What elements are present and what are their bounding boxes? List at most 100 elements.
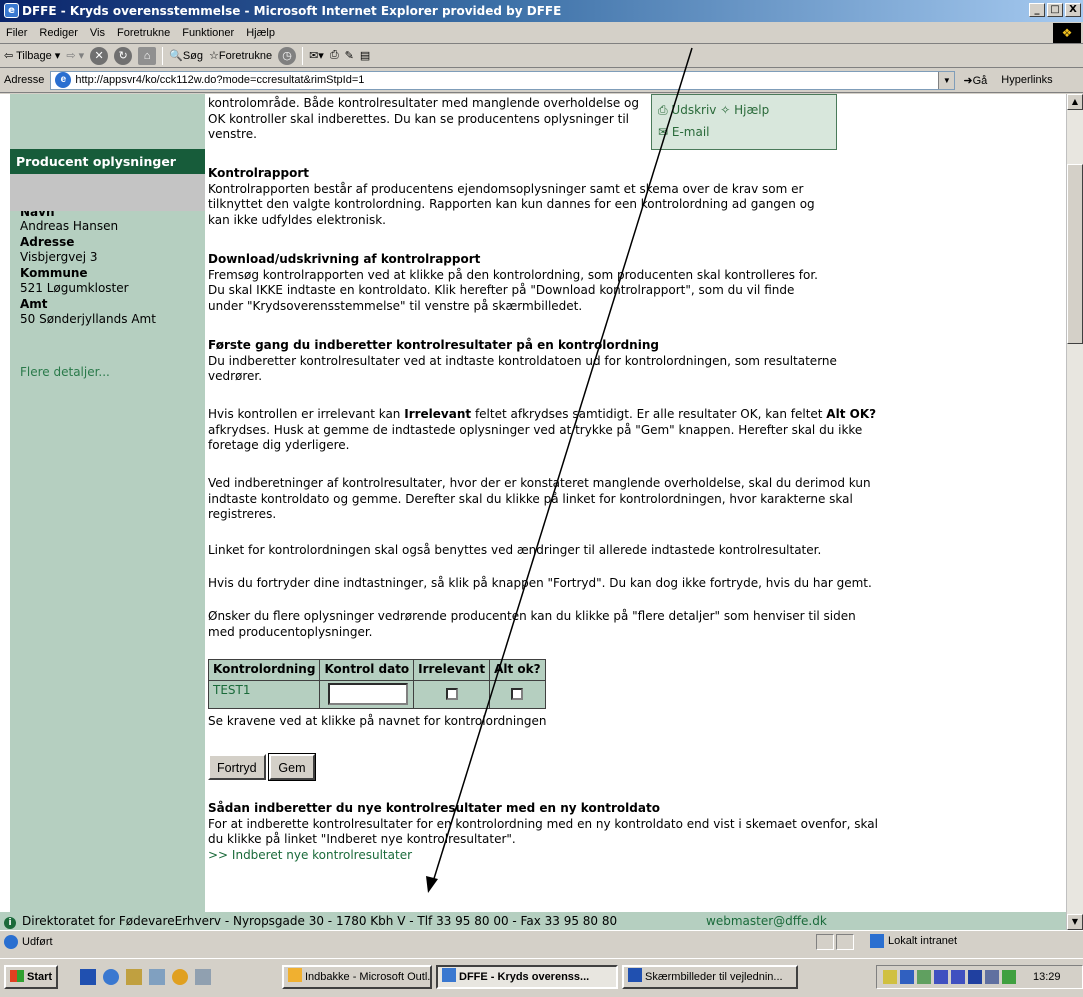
- mangel-paragraph: Ved indberetninger af kontrolresultater,…: [208, 476, 908, 523]
- email-link[interactable]: E-mail: [672, 125, 710, 139]
- word-task-icon: [628, 968, 642, 982]
- text-bold: Irrelevant: [404, 407, 472, 421]
- status-pane: [816, 934, 834, 950]
- irrelevant-cell: [413, 679, 491, 709]
- task-word[interactable]: Skærmbilleder til vejlednin...: [622, 965, 798, 989]
- address-label: Adresse: [4, 74, 45, 86]
- back-button[interactable]: ⇦ Tilbage ▾: [4, 49, 60, 62]
- task-ie-dffe[interactable]: DFFE - Kryds overenss...: [436, 965, 618, 989]
- notes-icon[interactable]: [126, 969, 142, 985]
- ie-icon[interactable]: [103, 969, 119, 985]
- scroll-up-icon[interactable]: ▲: [1067, 94, 1083, 110]
- print-link[interactable]: Udskriv: [671, 103, 716, 117]
- quick-launch: [80, 969, 211, 985]
- menu-rediger[interactable]: Rediger: [33, 27, 84, 39]
- linket-paragraph: Linket for kontrolordningen skal også be…: [208, 543, 822, 557]
- col-irrelevant: Irrelevant: [413, 659, 491, 681]
- ie-app-icon: e: [4, 3, 19, 18]
- network-icon[interactable]: [900, 970, 914, 984]
- producer-label-adresse: Adresse: [20, 234, 75, 249]
- gem-button[interactable]: Gem: [268, 753, 316, 781]
- hyperlinks-button[interactable]: Hyperlinks: [1001, 74, 1052, 86]
- menubar: Filer Rediger Vis Foretrukne Funktioner …: [0, 22, 1083, 44]
- webmaster-link[interactable]: webmaster@dffe.dk: [706, 912, 827, 930]
- page-viewport: Producent oplysninger Navn Andreas Hanse…: [0, 94, 1083, 912]
- download-line: Du skal IKKE indtaste en kontroldato. Kl…: [208, 283, 795, 297]
- scroll-down-icon[interactable]: ▼: [1067, 914, 1083, 930]
- kontrolrapport-line: tilknyttet den valgte kontrolordning. Ra…: [208, 197, 815, 211]
- tray-icon[interactable]: [934, 970, 948, 984]
- irrelevant-line: afkrydses. Husk at gemme de indtastede o…: [208, 422, 863, 437]
- discuss-icon[interactable]: ▤: [360, 49, 370, 62]
- forward-button[interactable]: ⇨ ▾: [66, 49, 84, 62]
- kontrolrapport-section: Kontrolrapport Kontrolrapporten består a…: [208, 166, 908, 228]
- go-button[interactable]: ➜Gå: [963, 74, 987, 87]
- intro-text: kontrolområde. Både kontrolresultater me…: [208, 96, 648, 143]
- minimize-button[interactable]: _: [1029, 3, 1045, 17]
- favorites-label: Foretrukne: [218, 50, 273, 62]
- producer-label-navn: Navn: [20, 211, 55, 219]
- edit-icon[interactable]: ✎: [345, 49, 354, 62]
- first-time-line: vedrører.: [208, 369, 263, 383]
- kontrol-date-input[interactable]: [328, 683, 409, 705]
- download-section: Download/udskrivning af kontrolrapport F…: [208, 252, 908, 314]
- zone-label: Lokalt intranet: [888, 935, 958, 947]
- menu-hjaelp[interactable]: Hjælp: [240, 27, 281, 39]
- back-label: Tilbage: [16, 50, 52, 62]
- producer-header: Producent oplysninger: [10, 149, 205, 174]
- print-icon[interactable]: ⎙: [330, 49, 339, 62]
- task-outlook[interactable]: Indbakke - Microsoft Outl...: [282, 965, 432, 989]
- home-icon[interactable]: ⌂: [138, 46, 157, 65]
- help-link[interactable]: Hjælp: [734, 103, 769, 117]
- start-label: Start: [27, 971, 53, 983]
- search-icon[interactable]: [149, 969, 165, 985]
- history-icon[interactable]: ◷: [278, 46, 297, 65]
- task-label: Skærmbilleder til vejlednin...: [645, 971, 783, 983]
- menu-foretrukne[interactable]: Foretrukne: [111, 27, 176, 39]
- vertical-scrollbar[interactable]: ▲ ▼: [1066, 94, 1083, 930]
- outlook-icon[interactable]: [172, 969, 188, 985]
- tray-icon[interactable]: [985, 970, 999, 984]
- favorites-button[interactable]: ☆Foretrukne: [209, 49, 272, 62]
- refresh-icon[interactable]: ↻: [114, 46, 133, 65]
- ny-section: Sådan indberetter du nye kontrolresultat…: [208, 801, 908, 863]
- more-details-link[interactable]: Flere detaljer...: [20, 365, 110, 379]
- main-content: ⎙ Udskriv ✧ Hjælp ✉ E-mail kontrolområde…: [205, 94, 1065, 912]
- col-kontrolordning: Kontrolordning: [207, 659, 321, 681]
- close-button[interactable]: X: [1065, 3, 1081, 17]
- start-button[interactable]: Start: [4, 965, 58, 989]
- download-heading: Download/udskrivning af kontrolrapport: [208, 252, 481, 266]
- language-icon[interactable]: [968, 970, 982, 984]
- scroll-thumb[interactable]: [1067, 164, 1083, 344]
- desktop-icon[interactable]: [195, 969, 211, 985]
- ny-line: For at indberette kontrolresultater for …: [208, 816, 878, 831]
- menu-filer[interactable]: Filer: [0, 27, 33, 39]
- volume-icon[interactable]: [883, 970, 897, 984]
- form-buttons: Fortryd Gem: [208, 753, 908, 781]
- tray-icon[interactable]: [951, 970, 965, 984]
- maximize-button[interactable]: □: [1047, 3, 1063, 17]
- kontrolordning-link[interactable]: TEST1: [207, 679, 321, 709]
- address-input[interactable]: e http://appsvr4/ko/cck112w.do?mode=ccre…: [50, 70, 956, 90]
- tray-icon[interactable]: [917, 970, 931, 984]
- menu-funktioner[interactable]: Funktioner: [176, 27, 240, 39]
- kontrolrapport-heading: Kontrolrapport: [208, 166, 309, 180]
- mail-icon[interactable]: ✉▾: [309, 49, 324, 62]
- alt-ok-checkbox[interactable]: [511, 688, 524, 700]
- address-dropdown-icon[interactable]: ▼: [938, 71, 955, 89]
- toolbar: ⇦ Tilbage ▾ ⇨ ▾ ✕ ↻ ⌂ 🔍Søg ☆Foretrukne ◷…: [0, 44, 1083, 68]
- text-bold: Alt OK?: [826, 407, 877, 421]
- search-button[interactable]: 🔍Søg: [169, 49, 203, 62]
- ny-link[interactable]: >> Indberet nye kontrolresultater: [208, 848, 908, 864]
- first-time-section: Første gang du indberetter kontrolresult…: [208, 338, 908, 385]
- kontrol-table-wrap: Kontrolordning Kontrol dato Irrelevant A…: [207, 659, 546, 709]
- fortryd-button[interactable]: Fortryd: [208, 754, 266, 780]
- intro-line: venstre.: [208, 127, 257, 141]
- date-cell: [319, 679, 415, 709]
- menu-vis[interactable]: Vis: [84, 27, 111, 39]
- tray-icon[interactable]: [1002, 970, 1016, 984]
- word-icon[interactable]: [80, 969, 96, 985]
- stop-icon[interactable]: ✕: [90, 46, 109, 65]
- irrelevant-checkbox[interactable]: [445, 688, 458, 700]
- info-icon: i: [4, 917, 16, 929]
